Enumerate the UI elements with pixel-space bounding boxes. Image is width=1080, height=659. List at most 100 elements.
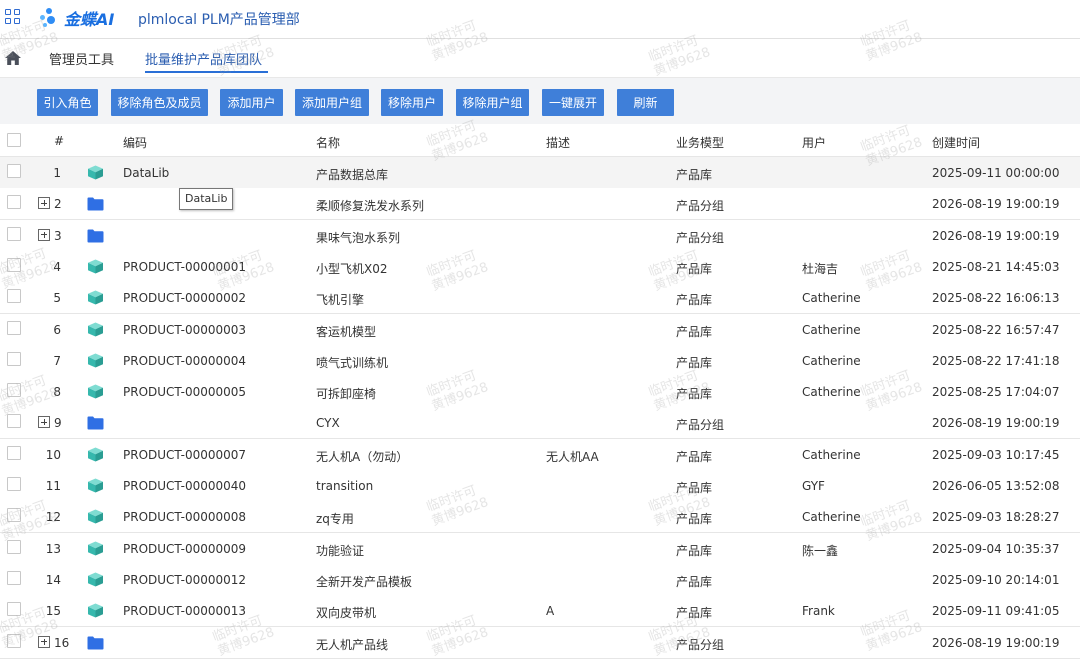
table-row[interactable]: 5 PRODUCT-00000002 飞机引擎 产品库 Catherine 2025-08… — [0, 282, 1080, 315]
row-checkbox[interactable] — [7, 602, 21, 617]
row-model: 产品分组 — [676, 637, 725, 652]
expand-icon[interactable] — [38, 228, 50, 241]
header-code[interactable]: 编码 — [123, 134, 147, 151]
row-index: 13 — [45, 541, 61, 556]
cube-icon — [87, 259, 104, 274]
row-checkbox[interactable] — [7, 633, 21, 648]
row-code: PRODUCT-00000040 — [123, 479, 247, 493]
cube-icon — [87, 384, 104, 399]
cube-icon — [87, 478, 104, 493]
row-checkbox[interactable] — [7, 289, 21, 304]
row-checkbox[interactable] — [7, 351, 21, 366]
row-name: 柔顺修复洗发水系列 — [316, 199, 425, 214]
folder-icon — [87, 228, 104, 243]
home-icon[interactable] — [4, 50, 22, 66]
folder-icon — [87, 635, 104, 650]
refresh-button[interactable]: 刷新 — [617, 89, 674, 116]
import-role-button[interactable]: 引入角色 — [37, 89, 98, 116]
row-checkbox[interactable] — [7, 320, 21, 335]
table-row[interactable]: 4 PRODUCT-00000001 小型飞机X02 产品库 杜海吉 2025-08-21… — [0, 250, 1080, 283]
row-checkbox[interactable] — [7, 226, 21, 241]
cube-icon — [87, 447, 104, 462]
folder-icon — [87, 415, 104, 430]
row-checkbox[interactable] — [7, 414, 21, 429]
row-index: 8 — [53, 385, 61, 400]
table-row[interactable]: 13 PRODUCT-00000009 功能验证 产品库 陈一鑫 2025-09-04 1… — [0, 532, 1080, 565]
table-row[interactable]: 3 果味气泡水系列 产品分组 2026-08-19 19:00:19 — [0, 219, 1080, 252]
header-user[interactable]: 用户 — [802, 134, 826, 151]
app-grid-icon[interactable] — [5, 9, 21, 25]
expand-all-button[interactable]: 一键展开 — [542, 89, 604, 116]
logo-text: 金蝶AI — [64, 10, 115, 29]
row-user: Catherine — [802, 353, 861, 368]
table-row[interactable]: 7 PRODUCT-00000004 喷气式训练机 产品库 Catherine 2025-… — [0, 344, 1080, 377]
code-tooltip: DataLib — [179, 188, 234, 210]
table-row[interactable]: 1 DataLib 产品数据总库 产品库 2025-09-11 00:00:00 — [0, 157, 1080, 189]
row-index: 9 — [54, 416, 62, 431]
row-index: 4 — [53, 259, 61, 274]
expand-icon[interactable] — [38, 635, 50, 648]
row-checkbox[interactable] — [7, 383, 21, 398]
remove-role-members-button[interactable]: 移除角色及成员 — [111, 89, 208, 116]
row-index: 5 — [53, 291, 61, 306]
row-code: PRODUCT-00000002 — [123, 291, 247, 306]
row-checkbox[interactable] — [7, 164, 21, 178]
row-name: 飞机引擎 — [316, 293, 365, 308]
row-checkbox[interactable] — [7, 257, 21, 272]
row-name: 产品数据总库 — [316, 168, 389, 182]
row-model: 产品库 — [676, 449, 713, 464]
tab-batch-team[interactable]: 批量维护产品库团队 — [145, 49, 262, 68]
row-user: GYF — [802, 479, 825, 493]
row-user: 杜海吉 — [802, 261, 839, 276]
add-user-group-button[interactable]: 添加用户组 — [295, 89, 369, 116]
header-created-time[interactable]: 创建时间 — [932, 134, 980, 151]
row-name: 客运机模型 — [316, 324, 377, 339]
expand-icon[interactable] — [38, 416, 50, 429]
row-model: 产品库 — [676, 261, 713, 276]
row-checkbox[interactable] — [7, 445, 21, 460]
add-user-button[interactable]: 添加用户 — [220, 89, 283, 116]
row-model: 产品库 — [676, 387, 713, 402]
remove-user-button[interactable]: 移除用户 — [381, 89, 443, 116]
row-model: 产品分组 — [676, 418, 725, 433]
table-row[interactable]: 2 柔顺修复洗发水系列 产品分组 2026-08-19 19:00:19 — [0, 188, 1080, 221]
row-name: 全新开发产品模板 — [316, 574, 413, 589]
row-model: 产品库 — [676, 293, 713, 308]
row-created-time: 2025-09-04 10:35:37 — [932, 541, 1060, 556]
logo: 金蝶AI — [40, 6, 114, 30]
cube-icon — [87, 353, 104, 368]
row-checkbox[interactable] — [7, 195, 21, 210]
row-user: Catherine — [802, 510, 861, 525]
row-created-time: 2025-08-25 17:04:07 — [932, 385, 1060, 400]
header-desc[interactable]: 描述 — [546, 134, 570, 151]
remove-user-group-button[interactable]: 移除用户组 — [456, 89, 529, 116]
row-desc: A — [546, 604, 555, 619]
expand-icon[interactable] — [38, 197, 50, 210]
row-created-time: 2025-08-21 14:45:03 — [932, 259, 1060, 274]
row-created-time: 2025-09-11 00:00:00 — [932, 166, 1060, 180]
row-name: CYX — [316, 416, 340, 431]
table-row[interactable]: 12 PRODUCT-00000008 zq专用 产品库 Catherine 2025-0… — [0, 501, 1080, 534]
table-row[interactable]: 9 CYX 产品分组 2026-08-19 19:00:19 — [0, 407, 1080, 440]
row-created-time: 2025-08-22 17:41:18 — [932, 353, 1060, 368]
row-model: 产品库 — [676, 324, 713, 339]
tab-admin-tools[interactable]: 管理员工具 — [49, 49, 114, 68]
row-desc: 无人机AA — [546, 449, 599, 464]
header-model[interactable]: 业务模型 — [676, 134, 724, 151]
row-checkbox[interactable] — [7, 508, 21, 523]
table-row[interactable]: 8 PRODUCT-00000005 可拆卸座椅 产品库 Catherine 2025-0… — [0, 376, 1080, 409]
table-row[interactable]: 10 PRODUCT-00000007 无人机A（勿动） 无人机AA 产品库 Cather… — [0, 438, 1080, 471]
table-row[interactable]: 6 PRODUCT-00000003 客运机模型 产品库 Catherine 2025-0… — [0, 313, 1080, 346]
row-code: PRODUCT-00000009 — [123, 541, 247, 556]
row-checkbox[interactable] — [7, 570, 21, 585]
table-row[interactable]: 14 PRODUCT-00000012 全新开发产品模板 产品库 2025-09-10 … — [0, 563, 1080, 596]
table-row[interactable]: 15 PRODUCT-00000013 双向皮带机 A 产品库 Frank 2025-09-… — [0, 595, 1080, 628]
header-name[interactable]: 名称 — [316, 134, 340, 151]
row-name: 无人机A（勿动） — [316, 449, 409, 464]
table-row[interactable]: 11 PRODUCT-00000040 transition 产品库 GYF 2026-0… — [0, 470, 1080, 502]
row-checkbox[interactable] — [7, 477, 21, 491]
select-all-checkbox[interactable] — [7, 133, 21, 147]
row-code: PRODUCT-00000005 — [123, 385, 247, 400]
cube-icon — [87, 322, 104, 337]
row-checkbox[interactable] — [7, 539, 21, 554]
